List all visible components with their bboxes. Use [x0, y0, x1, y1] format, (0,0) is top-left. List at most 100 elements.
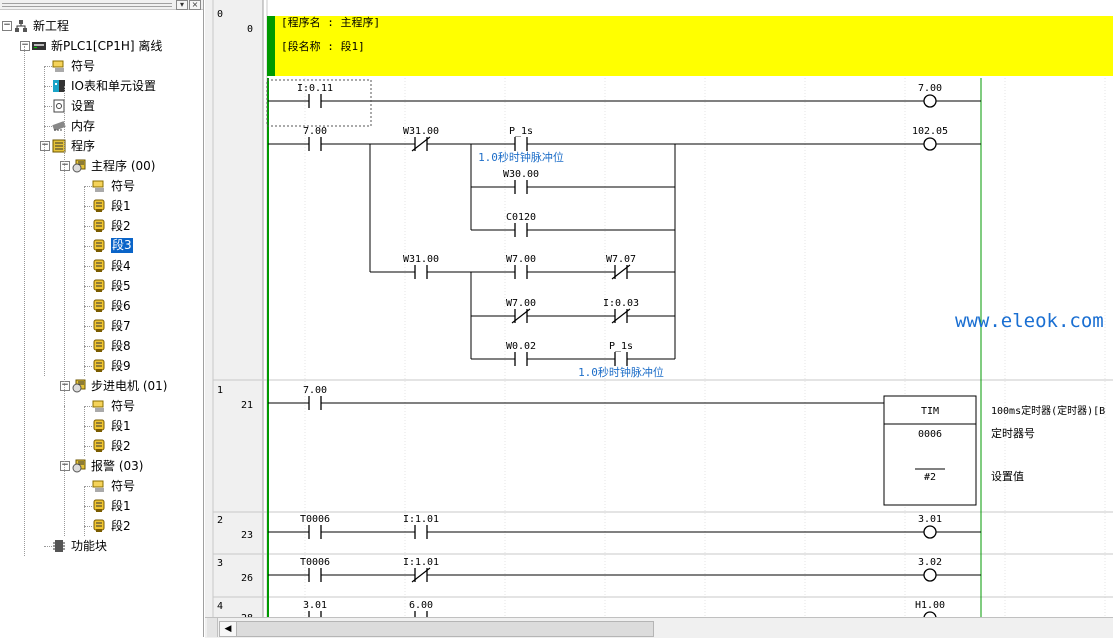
panel-pin-icon[interactable]: ▾	[176, 0, 188, 10]
tree-node[interactable]: 设置	[0, 96, 203, 116]
collapse-icon[interactable]: −	[2, 21, 12, 31]
horizontal-scrollbar[interactable]: ◀	[205, 617, 1113, 638]
tree-node[interactable]: 段8	[0, 336, 203, 356]
tree-node[interactable]: 段7	[0, 316, 203, 336]
scrollbar-thumb[interactable]	[236, 621, 654, 637]
function-block-icon	[53, 540, 65, 552]
contact[interactable]: P_1s	[509, 126, 533, 137]
tree-node-label: 段6	[111, 299, 131, 313]
tree-connector	[84, 186, 85, 376]
timer-setpoint[interactable]: #2	[924, 472, 936, 483]
coil-label[interactable]: H1.00	[915, 600, 945, 611]
tree-node-label: 段2	[111, 219, 131, 233]
coil[interactable]	[923, 137, 937, 151]
tree-node[interactable]: − 程序	[0, 136, 203, 156]
contact[interactable]: C0120	[506, 212, 536, 223]
tree-node[interactable]: 段2	[0, 436, 203, 456]
tree-node[interactable]: 段1	[0, 196, 203, 216]
section-icon	[93, 239, 105, 252]
ladder-diagram[interactable]: [程序名 : 主程序][段名称 : 段1]00121223326428I:0.1…	[205, 0, 1113, 617]
tree-node[interactable]: 符号	[0, 176, 203, 196]
collapse-icon[interactable]: −	[20, 41, 30, 51]
contact[interactable]: I:1.01	[403, 514, 439, 525]
rung-number[interactable]: 2	[217, 515, 223, 526]
contact[interactable]: T0006	[300, 557, 330, 568]
contact[interactable]: T0006	[300, 514, 330, 525]
rung-number[interactable]: 4	[217, 601, 223, 612]
tree-node[interactable]: − 新工程	[0, 16, 203, 36]
contact[interactable]: 6.00	[409, 600, 433, 611]
tree-node-label: 主程序 (00)	[91, 159, 156, 173]
panel-close-icon[interactable]: ×	[189, 0, 201, 10]
collapse-icon[interactable]: −	[60, 461, 70, 471]
timer-number[interactable]: 0006	[918, 429, 942, 440]
contact[interactable]: 7.00	[303, 385, 327, 396]
timer-description[interactable]: 100ms定时器(定时器)[B	[991, 404, 1105, 417]
tree-node[interactable]: 段3	[0, 236, 203, 256]
tree-node[interactable]: 功能块	[0, 536, 203, 556]
rung-number[interactable]: 1	[217, 385, 223, 396]
tree-node[interactable]: 段6	[0, 296, 203, 316]
timer-setpoint-label[interactable]: 设置值	[991, 470, 1024, 483]
rung-number[interactable]: 3	[217, 558, 223, 569]
timer-number-label[interactable]: 定时器号	[991, 426, 1035, 440]
tree-node[interactable]: 段2	[0, 216, 203, 236]
coil-label[interactable]: 3.02	[918, 557, 942, 568]
tree-node[interactable]: − 主程序 (00)	[0, 156, 203, 176]
section-icon	[93, 259, 105, 272]
tree-node[interactable]: 符号	[0, 476, 203, 496]
contact[interactable]: W31.00	[403, 126, 439, 137]
tree-node[interactable]: − 新PLC1[CP1H] 离线	[0, 36, 203, 56]
contact[interactable]: W31.00	[403, 254, 439, 265]
contact[interactable]: I:1.01	[403, 557, 439, 568]
contact-comment[interactable]: 1.0秒时钟脉冲位	[478, 150, 564, 164]
tree-node[interactable]: 段4	[0, 256, 203, 276]
contact[interactable]: W0.02	[506, 341, 536, 352]
coil[interactable]	[923, 94, 937, 108]
scroll-left-icon[interactable]: ◀	[219, 621, 237, 637]
tree-node[interactable]: IO表和单元设置	[0, 76, 203, 96]
tree-node[interactable]: 段1	[0, 496, 203, 516]
collapse-icon[interactable]: −	[40, 141, 50, 151]
contact[interactable]: W7.00	[506, 298, 536, 309]
section-name-label: [段名称 : 段1]	[281, 39, 365, 53]
tree-node[interactable]: − 报警 (03)	[0, 456, 203, 476]
tree-node[interactable]: 段5	[0, 276, 203, 296]
tree-node[interactable]: 内存	[0, 116, 203, 136]
tree-node-label: 新工程	[33, 19, 70, 33]
ladder-editor[interactable]: [程序名 : 主程序][段名称 : 段1]00121223326428I:0.1…	[205, 0, 1113, 617]
rung-number-gutter[interactable]	[205, 0, 263, 617]
tree-node[interactable]: 段2	[0, 516, 203, 536]
contact[interactable]: W30.00	[503, 169, 539, 180]
rung-number[interactable]: 0	[217, 9, 223, 20]
contact[interactable]: P_1s	[609, 341, 633, 352]
coil-label[interactable]: 102.05	[912, 126, 948, 137]
scrollbar-splitter[interactable]	[207, 618, 218, 637]
panel-grip[interactable]	[2, 3, 172, 7]
coil-label[interactable]: 7.00	[918, 83, 942, 94]
contact[interactable]: W7.07	[606, 254, 636, 265]
coil-label[interactable]: 3.01	[918, 514, 942, 525]
tree-node-label: 段3	[111, 238, 133, 253]
tree-connector	[84, 446, 92, 447]
tree-node[interactable]: 符号	[0, 56, 203, 76]
tree-node[interactable]: − 步进电机 (01)	[0, 376, 203, 396]
tree-node[interactable]: 段1	[0, 416, 203, 436]
tree-node[interactable]: 段9	[0, 356, 203, 376]
timer-instruction[interactable]: TIM	[921, 406, 939, 417]
tree-connector	[84, 226, 92, 227]
contact[interactable]: I:0.11	[297, 83, 333, 94]
contact-comment[interactable]: 1.0秒时钟脉冲位	[578, 365, 664, 379]
tree-node-label: 符号	[111, 179, 136, 193]
collapse-icon[interactable]: −	[60, 381, 70, 391]
contact[interactable]: I:0.03	[603, 298, 639, 309]
contact[interactable]: W7.00	[506, 254, 536, 265]
coil[interactable]	[923, 568, 937, 582]
contact[interactable]: 7.00	[303, 126, 327, 137]
watermark-text: www.eleok.com	[955, 310, 1104, 332]
tree-connector	[84, 206, 92, 207]
contact[interactable]: 3.01	[303, 600, 327, 611]
tree-node[interactable]: 符号	[0, 396, 203, 416]
collapse-icon[interactable]: −	[60, 161, 70, 171]
coil[interactable]	[923, 525, 937, 539]
